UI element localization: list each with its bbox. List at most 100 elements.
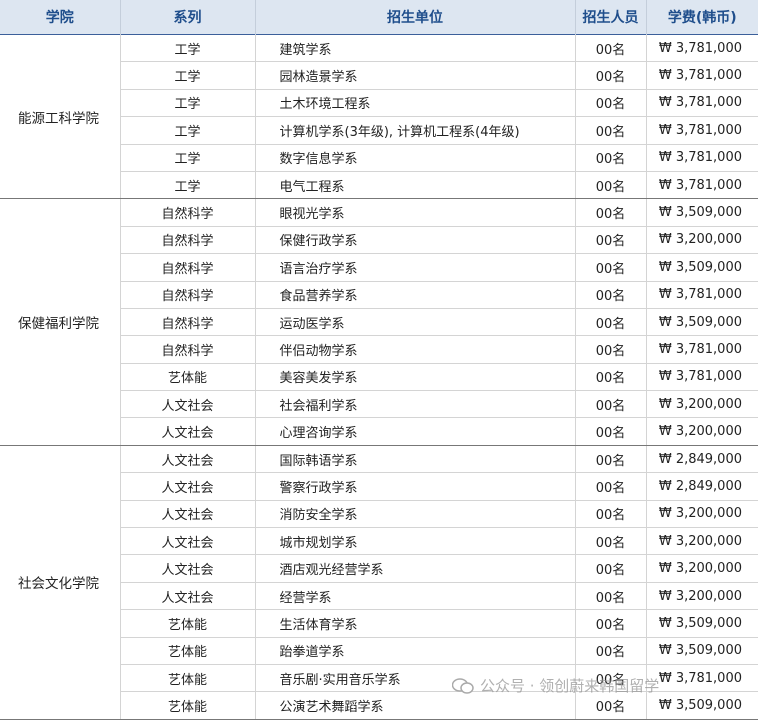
dept-cell: 自然科学 xyxy=(120,281,256,309)
dept-cell: 艺体能 xyxy=(120,609,256,638)
fee-cell: ₩ 3,509,000 xyxy=(646,609,758,638)
fee-cell: ₩ 3,200,000 xyxy=(646,554,758,583)
count-cell: 00名 xyxy=(575,582,647,611)
unit-cell: 跆拳道学系 xyxy=(255,637,576,665)
unit-cell: 生活体育学系 xyxy=(255,609,576,638)
dept-cell: 人文社会 xyxy=(120,417,256,446)
count-cell: 00名 xyxy=(575,417,647,446)
dept-cell: 工学 xyxy=(120,34,256,63)
dept-cell: 工学 xyxy=(120,61,256,90)
count-cell: 00名 xyxy=(575,198,647,227)
college-cell: 能源工科学院 xyxy=(0,34,121,200)
dept-cell: 艺体能 xyxy=(120,691,256,720)
fee-cell: ₩ 3,509,000 xyxy=(646,691,758,720)
fee-cell: ₩ 3,200,000 xyxy=(646,417,758,446)
fee-cell: ₩ 3,781,000 xyxy=(646,363,758,392)
fee-cell: ₩ 3,200,000 xyxy=(646,390,758,419)
header-college: 学院 xyxy=(0,0,121,35)
count-cell: 00名 xyxy=(575,89,647,118)
unit-cell: 消防安全学系 xyxy=(255,500,576,529)
table-row: 保健福利学院 自然科学 眼视光学系 00名 ₩ 3,509,000 xyxy=(0,198,758,446)
unit-cell: 数字信息学系 xyxy=(255,144,576,172)
fee-cell: ₩ 3,781,000 xyxy=(646,116,758,145)
dept-cell: 人文社会 xyxy=(120,554,256,583)
table-header: 学院 系列 招生单位 招生人员 学费(韩币) xyxy=(0,0,758,35)
unit-cell: 城市规划学系 xyxy=(255,527,576,556)
count-cell: 00名 xyxy=(575,281,647,309)
dept-cell: 人文社会 xyxy=(120,500,256,529)
count-cell: 00名 xyxy=(575,253,647,282)
dept-cell: 工学 xyxy=(120,144,256,172)
watermark: 公众号 · 领创蔚来韩国留学 xyxy=(452,675,659,696)
unit-cell: 运动医学系 xyxy=(255,308,576,337)
count-cell: 00名 xyxy=(575,116,647,145)
dept-cell: 工学 xyxy=(120,116,256,145)
count-cell: 00名 xyxy=(575,390,647,419)
fee-cell: ₩ 3,781,000 xyxy=(646,61,758,90)
unit-cell: 酒店观光经营学系 xyxy=(255,554,576,583)
fee-cell: ₩ 3,781,000 xyxy=(646,34,758,63)
fee-cell: ₩ 3,509,000 xyxy=(646,253,758,282)
unit-cell: 社会福利学系 xyxy=(255,390,576,419)
college-cell: 保健福利学院 xyxy=(0,198,121,446)
dept-cell: 工学 xyxy=(120,89,256,118)
fee-cell: ₩ 3,200,000 xyxy=(646,500,758,529)
count-cell: 00名 xyxy=(575,500,647,529)
unit-cell: 土木环境工程系 xyxy=(255,89,576,118)
tuition-table: 学院 系列 招生单位 招生人员 学费(韩币) 能源工科学院 工学 建筑学系 00名 ₩ … xyxy=(0,0,758,720)
fee-cell: ₩ 3,200,000 xyxy=(646,226,758,255)
unit-cell: 食品营养学系 xyxy=(255,281,576,309)
count-cell: 00名 xyxy=(575,637,647,665)
count-cell: 00名 xyxy=(575,171,647,200)
table-row: 社会文化学院 人文社会 国际韩语学系 00名 ₩ 2,849,000 xyxy=(0,445,758,720)
count-cell: 00名 xyxy=(575,226,647,255)
unit-cell: 园林造景学系 xyxy=(255,61,576,90)
unit-cell: 警察行政学系 xyxy=(255,472,576,501)
fee-cell: ₩ 3,781,000 xyxy=(646,171,758,200)
header-unit: 招生单位 xyxy=(255,0,576,35)
dept-cell: 人文社会 xyxy=(120,527,256,556)
header-fee: 学费(韩币) xyxy=(646,0,758,35)
unit-cell: 保健行政学系 xyxy=(255,226,576,255)
wechat-icon xyxy=(452,677,474,694)
count-cell: 00名 xyxy=(575,308,647,337)
fee-cell: ₩ 3,781,000 xyxy=(646,335,758,364)
college-cell: 社会文化学院 xyxy=(0,445,121,720)
table-row: 能源工科学院 工学 建筑学系 00名 ₩ 3,781,000 xyxy=(0,34,758,200)
unit-cell: 美容美发学系 xyxy=(255,363,576,392)
count-cell: 00名 xyxy=(575,554,647,583)
unit-cell: 伴侣动物学系 xyxy=(255,335,576,364)
dept-cell: 自然科学 xyxy=(120,226,256,255)
fee-cell: ₩ 3,781,000 xyxy=(646,89,758,118)
fee-cell: ₩ 3,200,000 xyxy=(646,527,758,556)
unit-cell: 电气工程系 xyxy=(255,171,576,200)
watermark-text: 公众号 · 领创蔚来韩国留学 xyxy=(480,677,660,695)
count-cell: 00名 xyxy=(575,335,647,364)
dept-cell: 人文社会 xyxy=(120,390,256,419)
dept-cell: 人文社会 xyxy=(120,445,256,474)
unit-cell: 眼视光学系 xyxy=(255,198,576,227)
dept-cell: 自然科学 xyxy=(120,308,256,337)
fee-cell: ₩ 3,509,000 xyxy=(646,308,758,337)
unit-cell: 国际韩语学系 xyxy=(255,445,576,474)
dept-cell: 艺体能 xyxy=(120,637,256,665)
dept-cell: 人文社会 xyxy=(120,472,256,501)
count-cell: 00名 xyxy=(575,445,647,474)
dept-cell: 自然科学 xyxy=(120,253,256,282)
table-body: 能源工科学院 工学 建筑学系 00名 ₩ 3,781,000 工学 园林造景学系 00名 ₩ 3… xyxy=(0,34,758,720)
dept-cell: 艺体能 xyxy=(120,664,256,693)
dept-cell: 艺体能 xyxy=(120,363,256,392)
fee-cell: ₩ 2,849,000 xyxy=(646,472,758,501)
unit-cell: 语言治疗学系 xyxy=(255,253,576,282)
fee-cell: ₩ 3,509,000 xyxy=(646,637,758,665)
header-dept: 系列 xyxy=(120,0,256,35)
fee-cell: ₩ 3,781,000 xyxy=(646,281,758,309)
count-cell: 00名 xyxy=(575,527,647,556)
unit-cell: 心理咨询学系 xyxy=(255,417,576,446)
fee-cell: ₩ 3,781,000 xyxy=(646,664,758,693)
count-cell: 00名 xyxy=(575,61,647,90)
unit-cell: 经营学系 xyxy=(255,582,576,611)
count-cell: 00名 xyxy=(575,144,647,172)
fee-cell: ₩ 3,781,000 xyxy=(646,144,758,172)
count-cell: 00名 xyxy=(575,363,647,392)
